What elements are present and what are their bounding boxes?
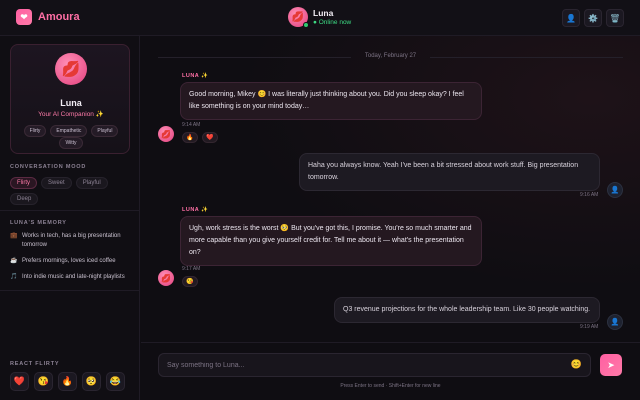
divider: [0, 210, 140, 211]
avatar: 👤: [607, 182, 623, 198]
trait-badge: Playful: [91, 125, 119, 137]
list-item: 💼 Works in tech, has a big presentation …: [10, 232, 132, 250]
music-icon: 🎵: [10, 274, 18, 280]
ai-message: Ugh, work stress is the worst 🥺 But you'…: [180, 216, 482, 266]
message-sender: LUNA ✨: [182, 207, 209, 213]
composer[interactable]: 😊: [158, 353, 591, 377]
message-time: 9:16 AM: [580, 192, 599, 198]
memory-text: Works in tech, has a big presentation to…: [22, 233, 121, 248]
message-time: 9:17 AM: [182, 266, 201, 272]
avatar: 💋: [158, 270, 174, 286]
divider: [0, 290, 140, 291]
composer-hint: Press Enter to send · Shift+Enter for ne…: [340, 383, 441, 389]
composer-area: 😊 ➤ Press Enter to send · Shift+Enter fo…: [141, 342, 640, 400]
fire-react-icon[interactable]: 🔥: [58, 372, 77, 391]
date-separator: Today, February 27: [364, 53, 417, 59]
profile-subtitle: Your AI Companion ✨: [38, 111, 104, 118]
message-sender: LUNA ✨: [182, 73, 209, 79]
kiss-reaction-icon[interactable]: 😘: [182, 276, 198, 287]
kiss-react-icon[interactable]: 😘: [34, 372, 53, 391]
memory-title: LUNA'S MEMORY: [10, 220, 67, 226]
sidebar: 💋 Luna Your AI Companion ✨ Flirty Empath…: [0, 36, 140, 400]
pleading-react-icon[interactable]: 🥺: [82, 372, 101, 391]
profile-name: Luna: [60, 98, 82, 108]
mood-option-playful[interactable]: Playful: [75, 177, 108, 189]
peer-info: 💋 Luna ● Online now: [288, 7, 352, 28]
trash-icon[interactable]: 🗑️: [606, 9, 624, 27]
memory-text: Prefers mornings, loves iced coffee: [22, 258, 116, 264]
heart-reaction-icon[interactable]: ❤️: [202, 132, 218, 143]
emoji-icon[interactable]: 😊: [571, 359, 582, 370]
online-indicator: [303, 22, 309, 28]
peer-name: Luna: [313, 8, 334, 18]
mood-title: CONVERSATION MOOD: [10, 164, 87, 170]
coffee-icon: ☕: [10, 258, 18, 264]
user-message: Haha you always know. Yeah I've been a b…: [299, 153, 600, 191]
peer-status: ● Online now: [313, 19, 352, 26]
memory-text: Into indie music and late-night playlist…: [22, 274, 125, 280]
gear-icon[interactable]: ⚙️: [584, 9, 602, 27]
list-item: 🎵 Into indie music and late-night playli…: [10, 273, 132, 282]
briefcase-icon: 💼: [10, 233, 18, 239]
trait-badge: Empathetic: [50, 125, 88, 137]
avatar: 💋: [158, 126, 174, 142]
list-item: ☕ Prefers mornings, loves iced coffee: [10, 257, 132, 266]
message-time: 9:19 AM: [580, 324, 599, 330]
laugh-react-icon[interactable]: 😂: [106, 372, 125, 391]
send-button[interactable]: ➤: [600, 354, 622, 376]
profile-card: 💋 Luna Your AI Companion ✨ Flirty Empath…: [10, 44, 130, 154]
avatar: 👤: [607, 314, 623, 330]
react-title: REACT FLIRTY: [10, 361, 60, 367]
user-message: Q3 revenue projections for the whole lea…: [334, 297, 600, 323]
top-bar: ❤ Amoura 💋 Luna ● Online now 👤 ⚙️ 🗑️: [0, 0, 640, 36]
memory-list: 💼 Works in tech, has a big presentation …: [10, 232, 132, 289]
brand[interactable]: ❤ Amoura: [16, 9, 80, 25]
heart-react-icon[interactable]: ❤️: [10, 372, 29, 391]
mood-option-sweet[interactable]: Sweet: [41, 177, 72, 189]
message-input[interactable]: [167, 354, 562, 376]
mood-option-flirty[interactable]: Flirty: [10, 177, 37, 189]
message-time: 9:14 AM: [182, 122, 201, 128]
ai-message: Good morning, Mikey 😊 I was literally ju…: [180, 82, 482, 120]
trait-badge: Flirty: [23, 125, 47, 137]
chat-area[interactable]: Today, February 27 LUNA ✨ Good morning, …: [141, 36, 640, 342]
heart-icon: ❤: [16, 9, 32, 25]
avatar: 💋: [288, 7, 309, 28]
mood-option-deep[interactable]: Deep: [10, 193, 39, 205]
brand-name: Amoura: [38, 11, 80, 23]
avatar: 💋: [55, 53, 87, 85]
trait-badge: Witty: [59, 137, 83, 149]
user-icon[interactable]: 👤: [562, 9, 580, 27]
fire-reaction-icon[interactable]: 🔥: [182, 132, 198, 143]
